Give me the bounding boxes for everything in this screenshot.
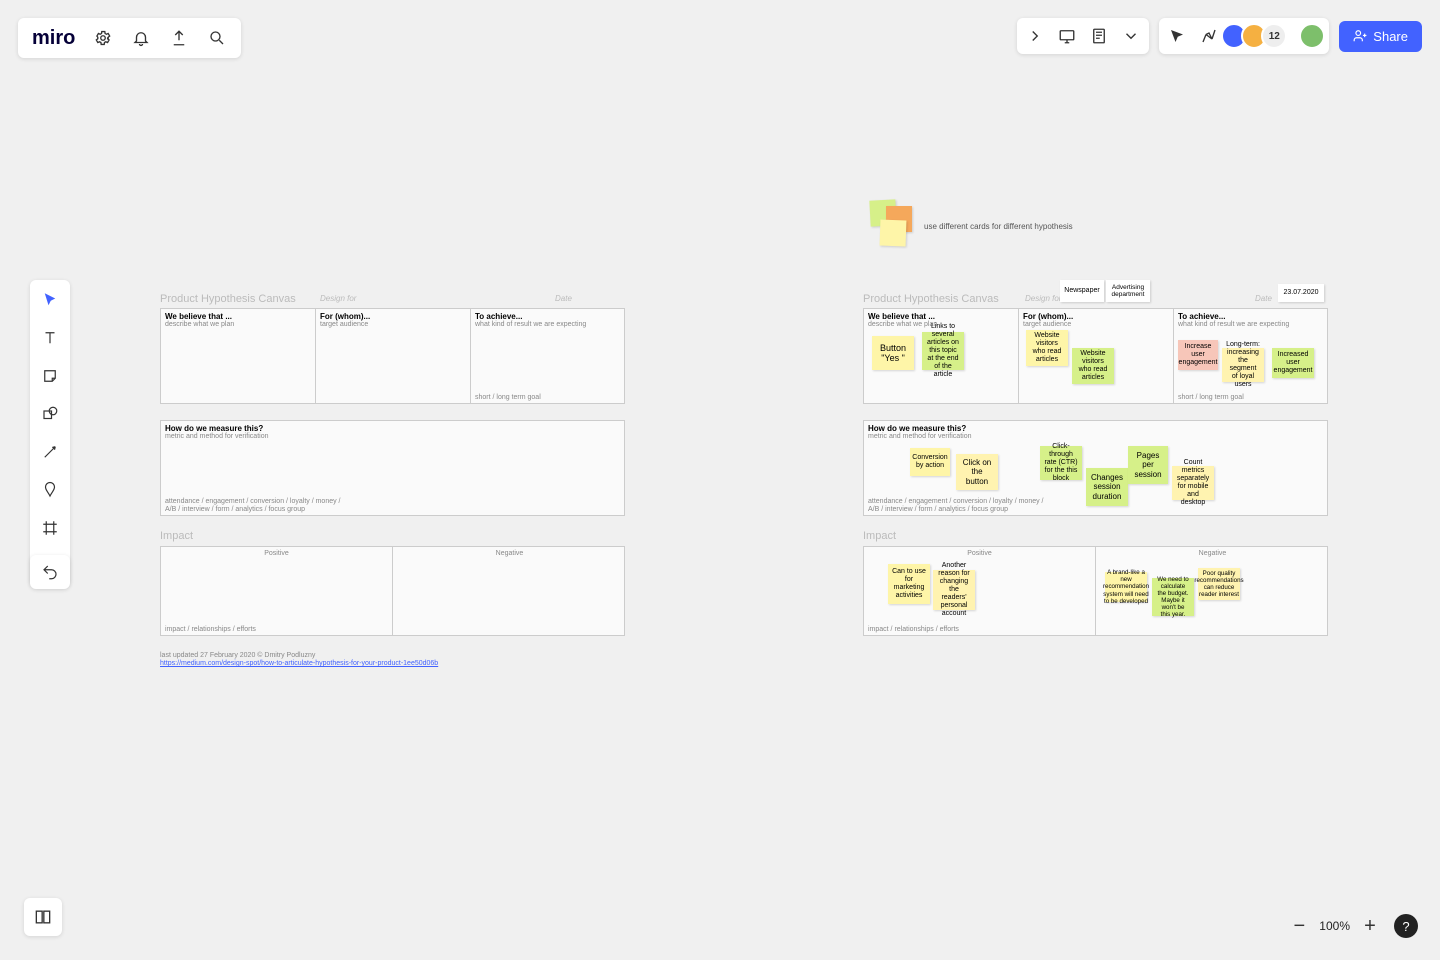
col-h: To achieve... <box>475 312 622 321</box>
source-link[interactable]: https://medium.com/design-spot/how-to-ar… <box>160 660 438 667</box>
line2: A/B / interview / form / analytics / foc… <box>165 506 305 513</box>
col-s: metric and method for verification <box>868 433 1325 440</box>
design-for-label: Design for <box>1025 294 1061 303</box>
col-negative: Negative <box>393 547 626 635</box>
col-s: what kind of result we are expecting <box>1178 321 1325 328</box>
line1: attendance / engagement / conversion / l… <box>868 498 1044 505</box>
left-row1[interactable]: We believe that ... describe what we pla… <box>160 308 625 404</box>
poslbl: impact / relationships / efforts <box>868 626 959 633</box>
sticky[interactable]: Increase user engagement <box>1178 340 1218 370</box>
col-s: what kind of result we are expecting <box>475 321 622 328</box>
legend-note[interactable] <box>880 220 907 247</box>
sticky[interactable]: Click-through rate (CTR) for the this bl… <box>1040 446 1082 480</box>
date-note[interactable]: 23.07.2020 <box>1278 284 1324 302</box>
col-measure: How do we measure this? metric and metho… <box>161 421 626 515</box>
sticky[interactable]: Poor quality recommendations can reduce … <box>1198 568 1240 600</box>
sticky[interactable]: Another reason for changing the readers'… <box>933 570 975 610</box>
col-achieve: To achieve... what kind of result we are… <box>471 309 626 403</box>
design-for-note2[interactable]: Advertising department <box>1106 280 1150 302</box>
col-s: target audience <box>320 321 466 328</box>
col-believe: We believe that ... describe what we pla… <box>161 309 316 403</box>
col-for: For (whom)... target audience <box>316 309 471 403</box>
col-h: We believe that ... <box>868 312 1014 321</box>
sticky[interactable]: Conversion by action <box>910 448 950 476</box>
sticky[interactable]: Count metrics separately for mobile and … <box>1172 466 1214 500</box>
sticky[interactable]: A brand-like a new recommendation system… <box>1105 572 1147 602</box>
col-h: For (whom)... <box>1023 312 1169 321</box>
left-row3[interactable]: Positive impact / relationships / effort… <box>160 546 625 636</box>
canvas-title-left: Product Hypothesis Canvas <box>160 293 296 305</box>
sticky[interactable]: We need to calculate the budget. Maybe i… <box>1152 578 1194 616</box>
pos-h: Positive <box>868 550 1091 557</box>
col-h: We believe that ... <box>165 312 311 321</box>
col-h: How do we measure this? <box>165 424 622 433</box>
sticky[interactable]: Website visitors who read articles <box>1026 330 1068 366</box>
date-label: Date <box>555 294 572 303</box>
design-for-label: Design for <box>320 294 356 303</box>
col-positive: Positive impact / relationships / effort… <box>161 547 393 635</box>
foot: short / long term goal <box>475 394 541 401</box>
legend-hint: use different cards for different hypoth… <box>924 222 1073 231</box>
sticky[interactable]: Click on the button <box>956 454 998 490</box>
sticky[interactable]: Can to use for marketing activities <box>888 564 930 604</box>
neg-h: Negative <box>1100 550 1325 557</box>
sticky[interactable]: Pages per session <box>1128 446 1168 484</box>
foot: short / long term goal <box>1178 394 1244 401</box>
sticky[interactable]: Increased user engagement <box>1272 348 1314 378</box>
date-label: Date <box>1255 294 1272 303</box>
col-h: For (whom)... <box>320 312 466 321</box>
sticky[interactable]: Button "Yes " <box>872 336 914 370</box>
sticky[interactable]: Links to several articles on this topic … <box>922 332 964 370</box>
sticky[interactable]: Long-term: increasing the segment of loy… <box>1222 348 1264 382</box>
sticky[interactable]: Website visitors who read articles <box>1072 348 1114 384</box>
poslbl: impact / relationships / efforts <box>165 626 256 633</box>
pos-h: Positive <box>165 550 388 557</box>
impact-label: Impact <box>160 530 193 542</box>
board-canvas[interactable]: use different cards for different hypoth… <box>0 0 1440 960</box>
left-row2[interactable]: How do we measure this? metric and metho… <box>160 420 625 516</box>
impact-label: Impact <box>863 530 896 542</box>
line1: attendance / engagement / conversion / l… <box>165 498 341 505</box>
col-h: To achieve... <box>1178 312 1325 321</box>
col-h: How do we measure this? <box>868 424 1325 433</box>
last-updated: last updated 27 February 2020 © Dmitry P… <box>160 652 315 659</box>
col-s: describe what we plan <box>165 321 311 328</box>
line2: A/B / interview / form / analytics / foc… <box>868 506 1008 513</box>
neg-h: Negative <box>397 550 622 557</box>
sticky[interactable]: Changes session duration <box>1086 468 1128 506</box>
col-s: target audience <box>1023 321 1169 328</box>
canvas-title-right: Product Hypothesis Canvas <box>863 293 999 305</box>
col-s: metric and method for verification <box>165 433 622 440</box>
design-for-note1[interactable]: Newspaper <box>1060 280 1104 302</box>
